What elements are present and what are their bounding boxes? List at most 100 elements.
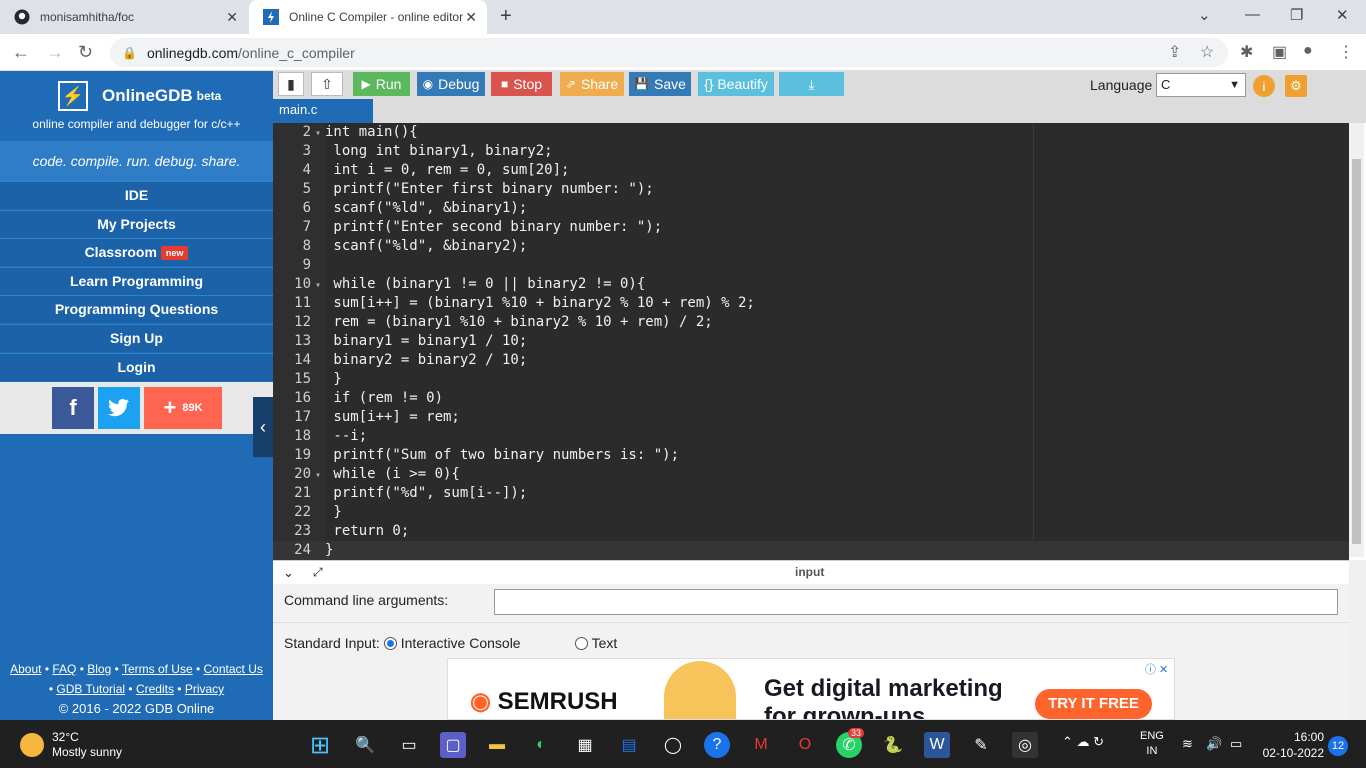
collapse-sidebar-button[interactable]: ‹ [253, 397, 273, 457]
code-line[interactable]: 14 binary2 = binary2 / 10; [273, 351, 1349, 370]
site-logo[interactable]: ⚡ OnlineGDB beta [58, 81, 221, 111]
weather-widget[interactable]: 32°C Mostly sunny [20, 730, 122, 760]
teams-chat-icon[interactable]: ▢ [440, 732, 466, 758]
share-count-button[interactable]: +89K [144, 387, 222, 429]
bookmark-star-icon[interactable]: ☆ [1200, 42, 1214, 62]
fold-arrow-icon[interactable]: ▾ [311, 276, 325, 295]
page-scrollbar[interactable] [1349, 560, 1366, 720]
command-line-arguments-input[interactable] [494, 589, 1338, 615]
back-icon[interactable]: ← [12, 42, 30, 63]
settings-gear-icon[interactable]: ⚙ [1285, 75, 1307, 97]
sync-icon[interactable]: ↻ [1093, 734, 1104, 750]
paint-icon[interactable]: ✎ [968, 732, 994, 758]
volume-icon[interactable]: 🔊 [1206, 736, 1222, 752]
sidebar-item-my-projects[interactable]: My Projects [0, 210, 273, 238]
twitter-button[interactable] [98, 387, 140, 429]
menu-kebab-icon[interactable]: ⋮ [1338, 42, 1354, 62]
input-language[interactable]: ENG IN [1140, 729, 1164, 759]
windows-start-icon[interactable]: ⊞ [307, 732, 333, 759]
side-panel-icon[interactable]: ▣ [1272, 42, 1287, 62]
upload-button[interactable]: ⇧ [311, 72, 343, 96]
scrollbar-thumb[interactable] [1352, 159, 1361, 544]
facebook-button[interactable]: f [52, 387, 94, 429]
code-line[interactable]: 21 printf("%d", sum[i--]); [273, 484, 1349, 503]
window-close-icon[interactable]: ✕ [1336, 6, 1349, 24]
word-icon[interactable]: W [924, 732, 950, 758]
stop-button[interactable]: ■ Stop [491, 72, 552, 96]
ad-banner[interactable]: ⓘ ✕ ◉ SEMRUSH Get digital marketing for g… [447, 658, 1175, 720]
code-line[interactable]: 2 ▾ int main(){ [273, 123, 1349, 142]
tab-search-icon[interactable]: ⌄ [1198, 6, 1211, 24]
github-desktop-icon[interactable]: ◯ [660, 732, 686, 758]
code-editor[interactable]: 2 ▾ int main(){3 long int binary1, binary2… [273, 123, 1349, 560]
code-line[interactable]: 3 long int binary1, binary2; [273, 142, 1349, 161]
code-line[interactable]: 17 sum[i++] = rem; [273, 408, 1349, 427]
text-radio[interactable] [574, 636, 588, 650]
minimize-icon[interactable]: — [1245, 6, 1260, 23]
help-icon[interactable]: ? [704, 732, 730, 758]
search-icon[interactable]: 🔍 [352, 732, 378, 758]
edge-icon[interactable]: ◐ [528, 732, 554, 758]
mcafee-icon[interactable]: M [748, 732, 774, 758]
chrome-icon[interactable]: ◎ [1012, 732, 1038, 758]
code-line[interactable]: 24} [273, 541, 1349, 560]
code-line[interactable]: 7 printf("Enter second binary number: ")… [273, 218, 1349, 237]
battery-icon[interactable]: ▭ [1230, 736, 1242, 752]
close-icon[interactable]: ✕ [226, 9, 238, 26]
file-tab-main-c[interactable]: main.c [273, 99, 373, 123]
file-explorer-icon[interactable]: ▬ [484, 732, 510, 758]
code-line[interactable]: 9 [273, 256, 1349, 275]
footer-link-gdb-tutorial[interactable]: GDB Tutorial [56, 682, 125, 696]
close-icon[interactable]: ✕ [465, 9, 477, 26]
forward-icon[interactable]: → [46, 42, 64, 63]
browser-tab-onlinegdb[interactable]: Online C Compiler - online editor ✕ [249, 0, 487, 34]
code-line[interactable]: 18 --i; [273, 427, 1349, 446]
code-line[interactable]: 8 scanf("%ld", &binary2); [273, 237, 1349, 256]
code-line[interactable]: 22 } [273, 503, 1349, 522]
code-line[interactable]: 10 ▾ while (binary1 != 0 || binary2 != 0)… [273, 275, 1349, 294]
sidebar-item-sign-up[interactable]: Sign Up [0, 324, 273, 352]
code-line[interactable]: 23 return 0; [273, 522, 1349, 541]
fold-arrow-icon[interactable]: ▾ [311, 466, 325, 485]
profile-avatar[interactable]: ● [1303, 42, 1313, 60]
download-button[interactable]: ⤓ [779, 72, 844, 96]
footer-link-blog[interactable]: Blog [87, 662, 111, 676]
sidebar-item-ide[interactable]: IDE [0, 181, 273, 209]
code-line[interactable]: 6 scanf("%ld", &binary1); [273, 199, 1349, 218]
footer-link-terms[interactable]: Terms of Use [122, 662, 193, 676]
code-line[interactable]: 11 sum[i++] = (binary1 %10 + binary2 % 1… [273, 294, 1349, 313]
code-line[interactable]: 15 } [273, 370, 1349, 389]
reload-icon[interactable]: ↻ [78, 42, 93, 63]
expand-icon[interactable]: ⤢ [313, 565, 323, 580]
store-icon[interactable]: ▦ [572, 732, 598, 758]
extensions-icon[interactable]: ✱ [1240, 42, 1253, 62]
browser-tab-github[interactable]: monisamhitha/foc ✕ [0, 0, 248, 34]
code-line[interactable]: 20 ▾ while (i >= 0){ [273, 465, 1349, 484]
notification-count[interactable]: 12 [1328, 736, 1348, 756]
notepad-icon[interactable]: ▤ [616, 732, 642, 758]
footer-link-faq[interactable]: FAQ [52, 662, 76, 676]
code-line[interactable]: 5 printf("Enter first binary number: "); [273, 180, 1349, 199]
opera-icon[interactable]: O [792, 732, 818, 758]
editor-scrollbar[interactable] [1349, 123, 1364, 557]
sidebar-item-programming-questions[interactable]: Programming Questions [0, 295, 273, 323]
task-view-icon[interactable]: ▭ [396, 732, 422, 758]
interactive-console-radio[interactable] [383, 636, 397, 650]
debug-button[interactable]: ◉ Debug [417, 72, 485, 96]
chevron-up-icon[interactable]: ⌃ [1062, 734, 1073, 750]
code-line[interactable]: 16 if (rem != 0) [273, 389, 1349, 408]
sidebar-item-login[interactable]: Login [0, 353, 273, 381]
clock[interactable]: 16:00 02-10-2022 [1258, 729, 1324, 761]
share-button[interactable]: ⇗ Share [560, 72, 624, 96]
new-file-button[interactable]: ▮ [278, 72, 304, 96]
code-line[interactable]: 12 rem = (binary1 %10 + binary2 % 10 + r… [273, 313, 1349, 332]
restore-icon[interactable]: ❐ [1290, 6, 1303, 24]
wifi-icon[interactable]: ≋ [1182, 736, 1193, 752]
footer-link-privacy[interactable]: Privacy [185, 682, 224, 696]
cloud-icon[interactable]: ☁ [1077, 734, 1090, 750]
fold-arrow-icon[interactable]: ▾ [311, 124, 325, 143]
chevron-down-icon[interactable]: ⌄ [283, 565, 294, 581]
code-line[interactable]: 4 int i = 0, rem = 0, sum[20]; [273, 161, 1349, 180]
footer-link-about[interactable]: About [10, 662, 41, 676]
sidebar-item-classroom[interactable]: Classroom new [0, 238, 273, 266]
